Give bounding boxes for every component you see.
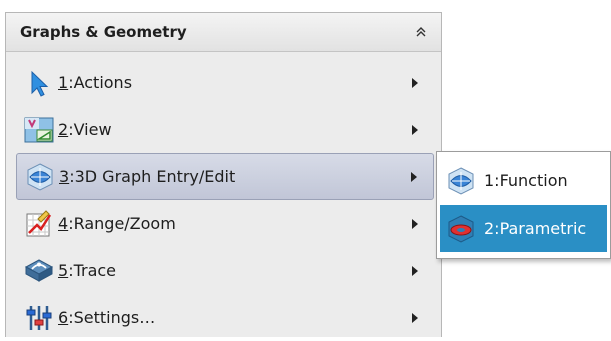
menu-item-range-zoom[interactable]: 4:Range/Zoom [16, 200, 434, 247]
submenu-arrow-icon [410, 77, 420, 89]
trace-icon [22, 254, 56, 288]
menu-item-label: :3D Graph Entry/Edit [69, 167, 236, 186]
hotkey-4: 4 [58, 214, 69, 233]
3d-graph-submenu: 1:Function 2:Parametric [436, 151, 611, 259]
menu-item-actions[interactable]: 1:Actions [16, 59, 434, 106]
hotkey-5: 5 [58, 261, 69, 280]
collapse-icon[interactable] [413, 24, 429, 40]
settings-sliders-icon [22, 301, 56, 335]
menu-item-3d-graph-entry-edit[interactable]: 3:3D Graph Entry/Edit [16, 153, 434, 200]
submenu-arrow-icon [410, 312, 420, 324]
3d-graph-icon [23, 160, 57, 194]
menu-item-label: :Actions [68, 73, 133, 92]
pointer-arrow-icon [22, 66, 56, 100]
menu-item-view[interactable]: 2:View [16, 106, 434, 153]
menu-item-label: :View [68, 120, 112, 139]
menu-item-label: :Range/Zoom [68, 214, 176, 233]
range-zoom-icon [22, 207, 56, 241]
hotkey-3: 3 [59, 167, 70, 186]
view-icon [22, 113, 56, 147]
menu-item-label: :Settings… [68, 308, 156, 327]
submenu-arrow-icon [409, 171, 419, 183]
menu-item-trace[interactable]: 5:Trace [16, 247, 434, 294]
3d-function-icon [444, 164, 478, 198]
submenu-arrow-icon [410, 265, 420, 277]
graphs-geometry-menu: Graphs & Geometry 1:Actions 2:View 3:3D … [5, 12, 442, 337]
submenu-item-parametric[interactable]: 2:Parametric [440, 205, 607, 252]
hotkey-6: 6 [58, 308, 69, 327]
3d-parametric-icon [444, 212, 478, 246]
hotkey-2: 2 [58, 120, 69, 139]
submenu-item-label: 2:Parametric [484, 219, 587, 238]
submenu-arrow-icon [410, 124, 420, 136]
menu-item-label: :Trace [68, 261, 117, 280]
menu-item-settings[interactable]: 6:Settings… [16, 294, 434, 341]
submenu-item-label: 1:Function [484, 171, 568, 190]
submenu-arrow-icon [410, 218, 420, 230]
submenu-item-function[interactable]: 1:Function [440, 157, 607, 204]
menu-header: Graphs & Geometry [6, 13, 441, 52]
menu-title: Graphs & Geometry [20, 23, 187, 41]
hotkey-1: 1 [58, 73, 69, 92]
